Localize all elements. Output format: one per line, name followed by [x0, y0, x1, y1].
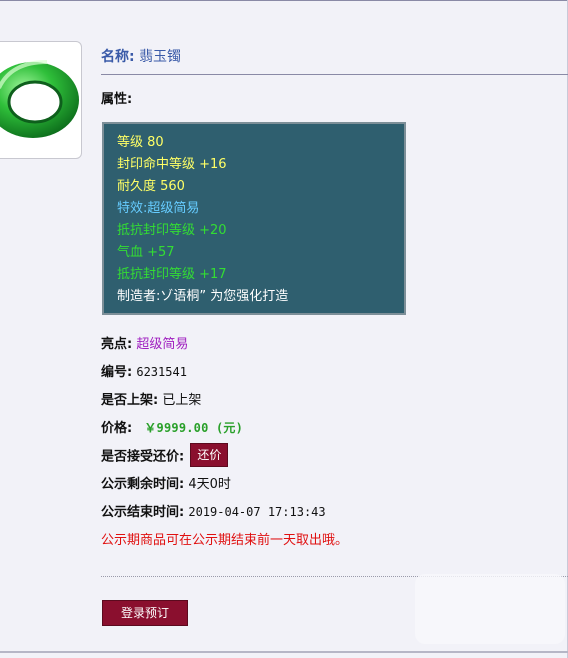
serial-label: 编号:	[101, 365, 133, 380]
attribute-line: 制造者:ゾ语桐” 为您强化打造	[117, 289, 289, 304]
highlight-label: 亮点:	[101, 337, 133, 352]
counteroffer-label: 是否接受还价:	[101, 449, 185, 465]
counteroffer-button[interactable]: 还价	[190, 443, 229, 467]
listed-label: 是否上架:	[101, 393, 159, 408]
attributes-panel: 等级 80 封印命中等级 +16 耐久度 560 特效:超级简易 抵抗封印等级 …	[102, 122, 406, 315]
counteroffer-row: 是否接受还价: 还价	[101, 443, 229, 467]
serial-row: 编号: 6231541	[101, 361, 187, 380]
highlight-value: 超级简易	[136, 337, 189, 352]
item-name-row: 名称: 翡玉镯	[101, 46, 181, 66]
end-time-label: 公示结束时间:	[101, 505, 185, 520]
item-name-label: 名称:	[101, 49, 135, 65]
serial-value: 6231541	[136, 365, 187, 379]
attribute-line: 耐久度 560	[117, 179, 185, 194]
price-value: ￥9999.00 (元)	[144, 421, 243, 435]
attribute-line: 特效:超级简易	[117, 201, 200, 216]
notice-text: 公示期商品可在公示期结束前一天取出哦。	[101, 533, 349, 548]
listed-row: 是否上架: 已上架	[101, 389, 201, 408]
listed-value: 已上架	[162, 393, 202, 408]
item-thumbnail[interactable]	[0, 41, 82, 159]
remaining-time-value: 4天0时	[188, 477, 231, 492]
header-divider	[101, 74, 568, 75]
attribute-line: 封印命中等级 +16	[117, 157, 227, 172]
remaining-time-row: 公示剩余时间: 4天0时	[101, 473, 231, 492]
bottom-border	[0, 651, 568, 653]
reserve-login-button[interactable]: 登录预订	[102, 600, 188, 626]
end-time-row: 公示结束时间: 2019-04-07 17:13:43	[101, 501, 326, 520]
item-name-value: 翡玉镯	[139, 49, 182, 65]
jade-bracelet-icon	[0, 60, 79, 138]
attribute-line: 等级 80	[117, 135, 164, 150]
end-time-value: 2019-04-07 17:13:43	[188, 505, 326, 519]
attribute-line: 抵抗封印等级 +20	[117, 223, 227, 238]
price-label: 价格:	[101, 421, 133, 436]
attribute-line: 气血 +57	[117, 245, 175, 260]
attributes-title: 属性:	[101, 92, 133, 107]
highlight-row: 亮点: 超级简易	[101, 333, 188, 352]
attribute-line: 抵抗封印等级 +17	[117, 267, 227, 282]
price-row: 价格: ￥9999.00 (元)	[101, 417, 243, 436]
top-border	[0, 0, 568, 1]
blurred-area	[415, 574, 565, 644]
remaining-time-label: 公示剩余时间:	[101, 477, 185, 492]
